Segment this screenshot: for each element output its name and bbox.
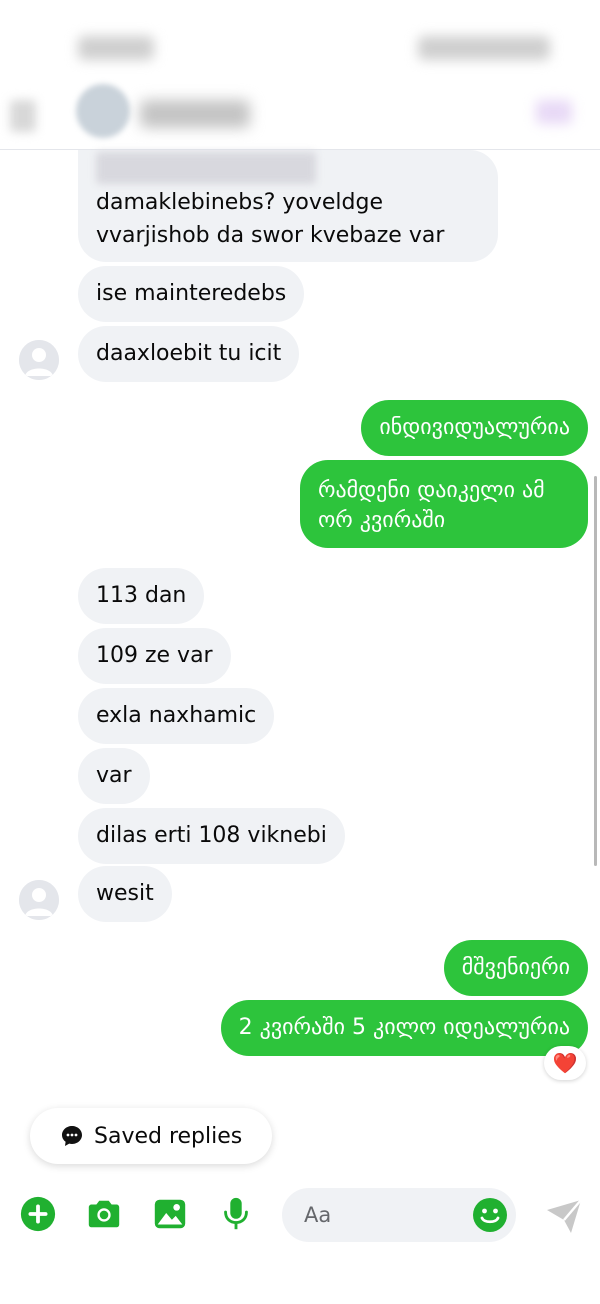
conversation-header	[0, 80, 600, 150]
voice-button[interactable]	[216, 1194, 256, 1234]
message-text: ინდივიდუალურია	[379, 415, 570, 440]
message-incoming[interactable]: ise mainteredebs	[78, 266, 305, 322]
message-text: მშვენიერი	[461, 955, 570, 980]
message-incoming[interactable]: exla naxhamic	[78, 688, 275, 744]
message-text: exla naxhamic	[96, 703, 257, 728]
scrollbar[interactable]	[594, 476, 597, 866]
camera-button[interactable]	[84, 1194, 124, 1234]
image-icon	[154, 1199, 186, 1229]
message-text: daaxloebit tu icit	[96, 341, 282, 366]
back-button[interactable]	[10, 100, 36, 132]
status-icons-redacted	[418, 36, 550, 60]
status-bar	[0, 0, 600, 80]
message-text: dilas erti 108 viknebi	[96, 823, 327, 848]
message-input-placeholder: Aa	[304, 1203, 332, 1227]
camera-icon	[88, 1200, 120, 1228]
message-outgoing[interactable]: რამდენი დაიკელი ამ ორ კვირაში	[300, 460, 588, 548]
message-incoming[interactable]: dilas erti 108 viknebi	[78, 808, 345, 864]
message-text: 109 ze var	[96, 643, 213, 668]
message-text: 113 dan	[96, 583, 187, 608]
heart-icon: ❤️	[552, 1051, 578, 1075]
message-incoming[interactable]: var	[78, 748, 150, 804]
gallery-button[interactable]	[150, 1194, 190, 1234]
message-incoming[interactable]: daaxloebit tu icit	[78, 326, 300, 382]
person-icon	[19, 880, 59, 920]
message-incoming[interactable]: wesit	[78, 866, 172, 922]
message-text: რამდენი დაიკელი ამ ორ კვირაში	[318, 478, 545, 533]
plus-icon	[20, 1196, 56, 1232]
microphone-icon	[224, 1197, 248, 1230]
message-input[interactable]: Aa	[282, 1188, 516, 1242]
saved-replies-button[interactable]: Saved replies	[30, 1108, 273, 1164]
message-text: damaklebinebs? yoveldge vvarjishob da sw…	[96, 190, 445, 248]
plus-button[interactable]	[18, 1194, 58, 1234]
status-time-redacted	[78, 36, 154, 60]
message-outgoing[interactable]: ინდივიდუალურია	[361, 400, 588, 456]
header-action-redacted[interactable]	[536, 100, 572, 124]
redacted-text	[96, 152, 316, 184]
smile-icon[interactable]	[472, 1197, 508, 1233]
saved-replies-label: Saved replies	[94, 1123, 243, 1149]
message-text: var	[96, 763, 132, 788]
message-incoming[interactable]: 109 ze var	[78, 628, 231, 684]
message-composer: Aa	[0, 1180, 600, 1250]
contact-avatar[interactable]	[76, 84, 130, 138]
send-icon[interactable]	[544, 1196, 584, 1236]
message-outgoing[interactable]: 2 კვირაში 5 კილო იდეალურია	[220, 1000, 588, 1056]
contact-name-redacted[interactable]	[140, 100, 250, 128]
heart-reaction[interactable]: ❤️	[544, 1046, 586, 1080]
message-incoming[interactable]: 113 dan	[78, 568, 205, 624]
message-text: wesit	[96, 881, 154, 906]
sender-avatar[interactable]	[19, 340, 59, 380]
message-text: ise mainteredebs	[96, 281, 287, 306]
person-icon	[19, 340, 59, 380]
chat-bubble-icon	[62, 1126, 82, 1146]
sender-avatar[interactable]	[19, 880, 59, 920]
message-text: 2 კვირაში 5 კილო იდეალურია	[238, 1015, 570, 1040]
message-outgoing[interactable]: მშვენიერი	[443, 940, 588, 996]
